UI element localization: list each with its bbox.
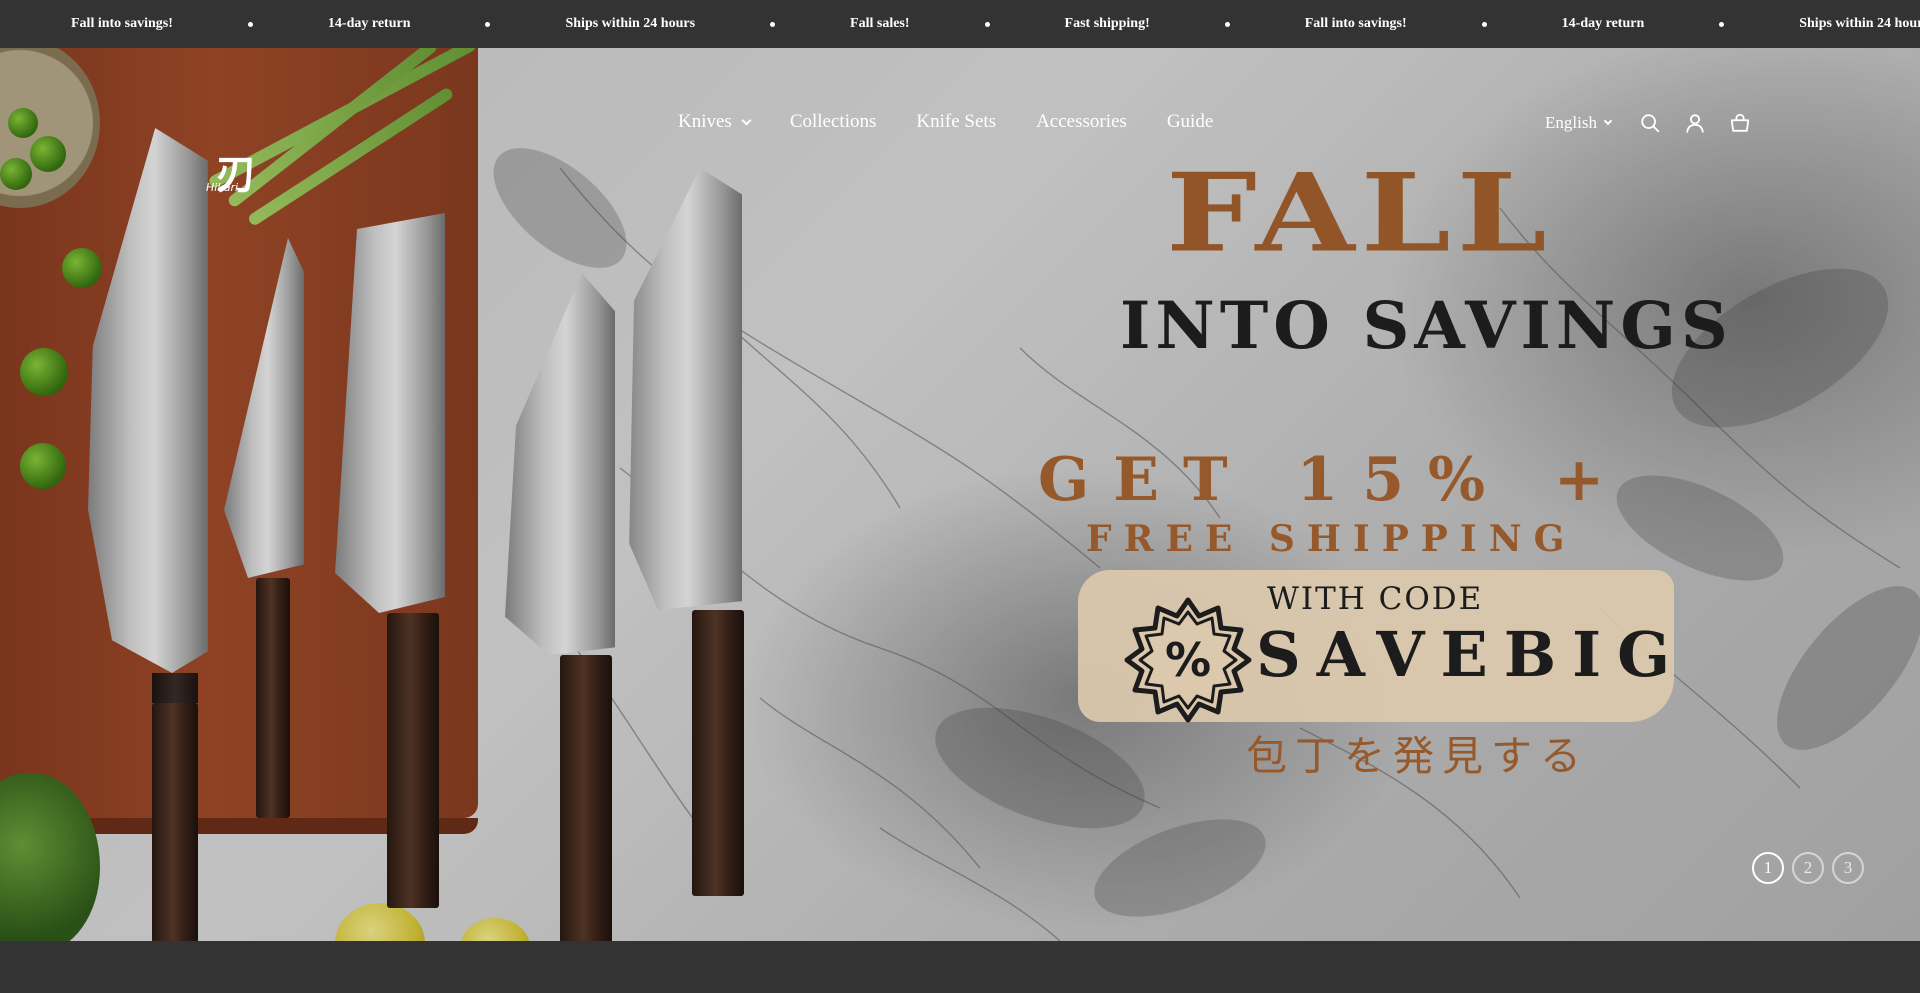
header-actions: English <box>1545 110 1751 136</box>
cart-icon[interactable] <box>1729 112 1751 134</box>
announcement-separator <box>1719 21 1725 27</box>
announcement-separator <box>1481 21 1487 27</box>
chevron-down-icon <box>741 115 752 125</box>
slider-pagination: 1 2 3 <box>1752 852 1864 884</box>
search-icon[interactable] <box>1639 112 1661 134</box>
announcement-bar: Fall into savings! 14-day return Ships w… <box>0 0 1920 48</box>
promo-headline: FALL <box>1166 150 1553 277</box>
promo-subheadline: INTO SAVINGS <box>1120 288 1733 364</box>
logo-wordmark: Hikari <box>206 181 239 194</box>
announcement-separator <box>247 21 253 27</box>
hero-banner[interactable]: FALL INTO SAVINGS GET 15% + FREE SHIPPIN… <box>0 48 1920 941</box>
language-selector[interactable]: English <box>1545 113 1613 133</box>
slider-page-1[interactable]: 1 <box>1752 852 1784 884</box>
announcement-separator <box>984 21 990 27</box>
nav-item-label: Accessories <box>1036 111 1127 132</box>
nav-item-label: Knife Sets <box>916 111 997 132</box>
nav-item-knives[interactable]: Knives <box>678 111 752 133</box>
nav-item-label: Knives <box>678 111 732 132</box>
account-icon[interactable] <box>1684 112 1706 134</box>
nav-item-collections[interactable]: Collections <box>790 111 877 133</box>
site-logo[interactable]: 刃 Hikari <box>204 148 262 198</box>
nav-item-knife-sets[interactable]: Knife Sets <box>916 111 996 133</box>
announcement-item: Ships within 24 hours <box>565 16 696 31</box>
announcement-separator <box>1224 21 1230 27</box>
nav-item-label: Collections <box>789 111 877 132</box>
announcement-item: Fast shipping! <box>1064 16 1150 31</box>
promo-code-prefix: WITH CODE <box>1267 581 1484 617</box>
promo-code: SAVEBIG <box>1256 618 1687 691</box>
promo-offer-percent: GET 15% + <box>1038 445 1629 515</box>
discount-badge-icon: % <box>1124 597 1252 723</box>
announcement-track: Fall into savings! 14-day return Ships w… <box>0 0 1920 48</box>
promo-offer-shipping: FREE SHIPPING <box>1086 518 1577 560</box>
announcement-item: 14-day return <box>327 16 411 31</box>
announcement-item: Fall sales! <box>850 16 910 31</box>
page-section-below <box>0 941 1920 993</box>
promo-japanese-tagline: 包丁を発見する <box>1246 732 1589 780</box>
chevron-down-icon <box>1603 116 1613 126</box>
nav-item-accessories[interactable]: Accessories <box>1036 111 1127 133</box>
slider-page-3[interactable]: 3 <box>1832 852 1864 884</box>
slider-page-2[interactable]: 2 <box>1792 852 1824 884</box>
announcement-item: 14-day return <box>1561 16 1645 31</box>
announcement-item: Fall into savings! <box>1304 16 1407 31</box>
discount-badge-symbol: % <box>1165 633 1211 687</box>
main-nav: Knives Collections Knife Sets Accessorie… <box>678 108 1213 136</box>
announcement-separator <box>485 21 491 27</box>
announcement-separator <box>770 21 776 27</box>
language-label: English <box>1545 113 1597 132</box>
nav-item-label: Guide <box>1166 111 1214 132</box>
nav-item-guide[interactable]: Guide <box>1167 111 1213 133</box>
announcement-item: Ships within 24 hours <box>1799 16 1920 31</box>
hero-overlay <box>0 48 1920 941</box>
announcement-item: Fall into savings! <box>71 16 173 31</box>
